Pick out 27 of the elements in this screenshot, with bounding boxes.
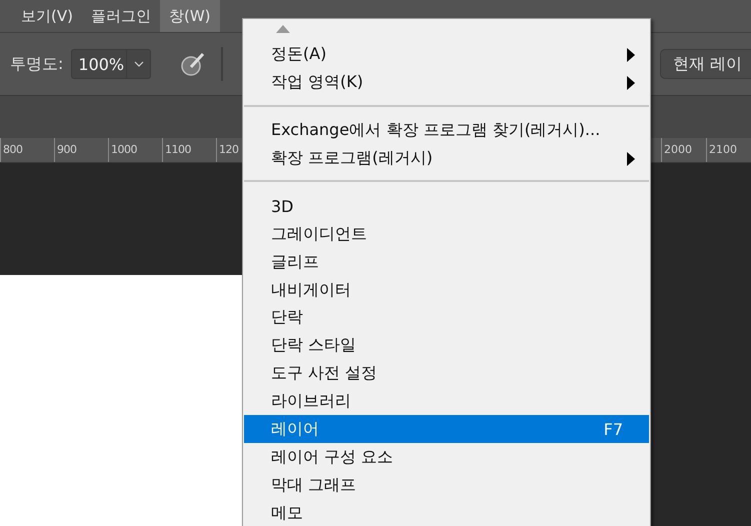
sample-layer-button[interactable]: 현재 레이 bbox=[660, 49, 751, 79]
ruler-label: 1000 bbox=[108, 138, 162, 162]
menu-bar-item[interactable]: 플러그인 bbox=[82, 0, 160, 32]
menu-item[interactable]: 내비게이터 bbox=[244, 276, 649, 304]
menu-item[interactable]: 단락 스타일 bbox=[244, 332, 649, 360]
ruler-label: 900 bbox=[54, 138, 108, 162]
menu-item[interactable]: 레이어 구성 요소 bbox=[244, 443, 649, 472]
menu-item[interactable]: 그레이디언트 bbox=[244, 220, 649, 248]
menu-item[interactable]: 3D bbox=[244, 192, 649, 220]
menu-bar-item[interactable]: 보기(V) bbox=[12, 0, 82, 32]
ruler-label: 2000 bbox=[661, 138, 706, 162]
menu-item[interactable]: 레이어 F7 bbox=[244, 415, 649, 444]
opacity-field[interactable]: 100% bbox=[71, 49, 152, 79]
opacity-label: 투명도: bbox=[10, 54, 64, 74]
menu-item[interactable]: 라이브러리 bbox=[244, 388, 649, 416]
menu-item[interactable]: 작업 영역(K) bbox=[244, 68, 649, 97]
menu-item[interactable]: 도구 사전 설정 bbox=[244, 360, 649, 388]
menu-item[interactable]: 메모 bbox=[244, 499, 649, 526]
ruler-label: 800 bbox=[0, 138, 54, 162]
menu-item[interactable]: 단락 bbox=[244, 304, 649, 332]
menu-item[interactable]: 막대 그래프 bbox=[244, 471, 649, 500]
menu-bar-item[interactable]: 창(W) bbox=[160, 0, 220, 32]
menu-item[interactable]: 글리프 bbox=[244, 248, 649, 276]
ruler-label: 1100 bbox=[162, 138, 216, 162]
chevron-down-icon bbox=[134, 61, 144, 67]
ruler-label: 2100 bbox=[706, 138, 751, 162]
menu-item[interactable]: 정돈(A) bbox=[244, 40, 649, 69]
